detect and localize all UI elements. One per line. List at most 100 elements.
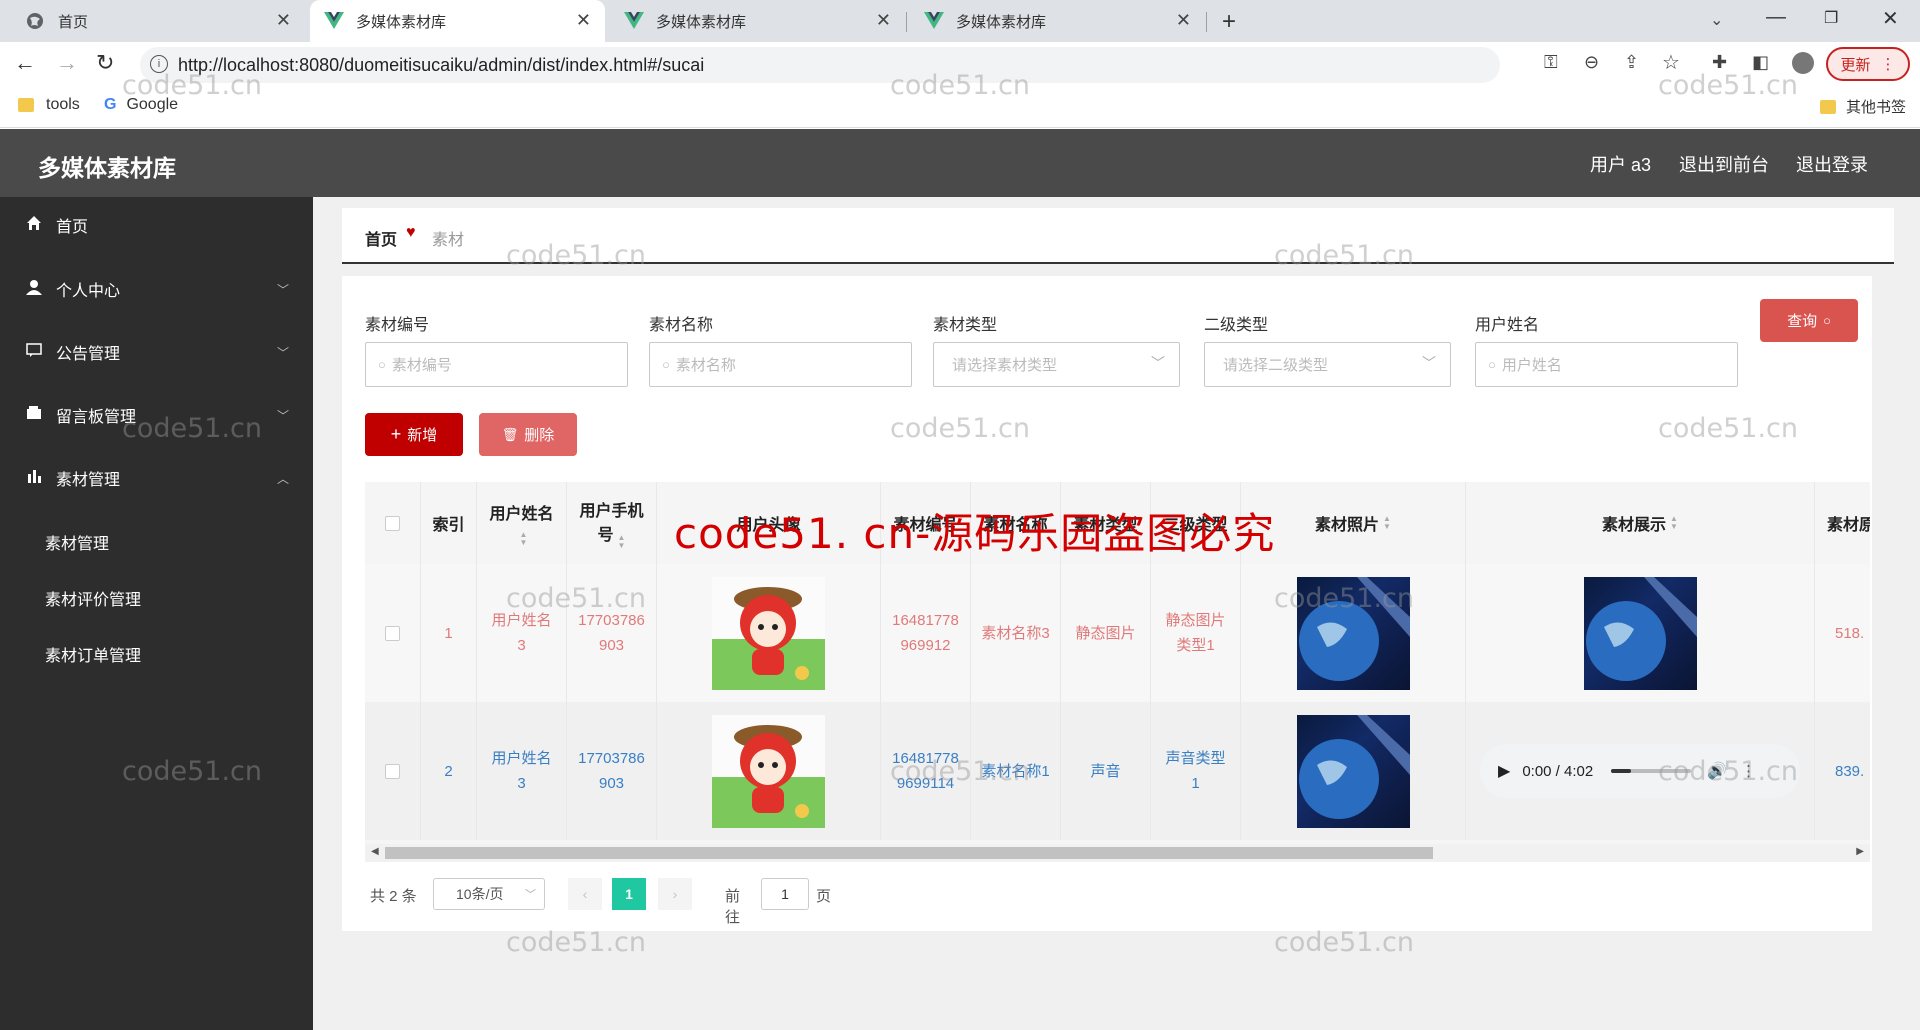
globe-icon — [26, 12, 44, 30]
search-icon: ○ — [662, 357, 670, 372]
more-vertical-icon[interactable]: ⋮ — [1741, 759, 1756, 784]
browser-tab[interactable]: 首页 ✕ — [10, 0, 305, 42]
app-header: 多媒体素材库 用户 a3 退出到前台 退出登录 — [0, 129, 1920, 197]
close-icon[interactable]: ✕ — [576, 10, 591, 31]
sidebar-item-material[interactable]: 素材管理 ︿ — [0, 450, 313, 506]
horizontal-scrollbar[interactable]: ◀ ▶ — [365, 844, 1870, 862]
table-row[interactable]: 2 用户姓名3 17703786903 164817789699114 素材名称… — [365, 702, 1870, 840]
close-icon[interactable]: ✕ — [876, 10, 891, 31]
column-header[interactable]: 素材原 — [1815, 482, 1870, 564]
sidebar-item-notice[interactable]: 公告管理 ﹀ — [0, 324, 313, 380]
folder-icon — [18, 98, 34, 112]
window-close-icon[interactable]: ✕ — [1882, 6, 1899, 31]
sort-icon[interactable]: ▲ ▼ — [520, 530, 528, 547]
scroll-left-icon[interactable]: ◀ — [371, 846, 379, 857]
filter-label: 素材名称 — [649, 317, 714, 334]
bookmark-tools[interactable]: tools — [18, 96, 80, 114]
scroll-right-icon[interactable]: ▶ — [1856, 846, 1864, 857]
bookmark-google[interactable]: G Google — [104, 96, 178, 114]
subtype-select[interactable]: 请选择二级类型 ﹀ — [1204, 342, 1451, 387]
user-name-input[interactable]: ○ 用户姓名 — [1475, 342, 1738, 387]
star-icon[interactable]: ☆ — [1662, 50, 1680, 75]
query-button[interactable]: 查询 ○ — [1760, 299, 1858, 342]
table-row[interactable]: 1 用户姓名3 17703786903 16481778969912 素材名称3… — [365, 564, 1870, 702]
chevron-down-icon: ﹀ — [1151, 355, 1165, 371]
zoom-icon[interactable]: ⊖ — [1584, 52, 1599, 73]
minimize-icon[interactable]: — — [1766, 6, 1786, 29]
browser-tab-active[interactable]: 多媒体素材库 ✕ — [310, 0, 605, 42]
next-page-button[interactable]: › — [658, 878, 692, 910]
back-to-front-link[interactable]: 退出到前台 — [1679, 151, 1769, 177]
close-icon[interactable]: ✕ — [1176, 10, 1191, 31]
sidebar: 首页 个人中心 ﹀ 公告管理 ﹀ 留言板管理 ﹀ 素材管理 ︿ 素材管理 素材评… — [0, 197, 313, 1030]
column-header[interactable]: 用户手机号 ▲ ▼ — [567, 482, 657, 564]
sidebar-item-guestbook[interactable]: 留言板管理 ﹀ — [0, 387, 313, 443]
add-button[interactable]: + 新增 — [365, 413, 463, 456]
sidebar-item-label: 公告管理 — [56, 346, 121, 363]
material-code-cell: 16481778969912 — [881, 564, 971, 702]
material-name-cell: 素材名称1 — [971, 702, 1061, 840]
goto-page-input[interactable]: 1 — [761, 878, 809, 910]
bookmarks-bar: tools G Google 其他书签 — [0, 88, 1920, 128]
row-checkbox[interactable] — [385, 763, 400, 779]
audio-player[interactable]: ▶ 0:00 / 4:02 🔊 ⋮ — [1480, 744, 1800, 798]
logout-link[interactable]: 退出登录 — [1796, 151, 1868, 177]
sort-icon[interactable]: ▲ ▼ — [618, 533, 626, 550]
sort-icon[interactable]: ▲ ▼ — [1670, 515, 1678, 531]
new-tab-icon[interactable]: + — [1222, 8, 1236, 36]
user-icon — [26, 279, 46, 300]
restore-icon[interactable]: ❐ — [1824, 8, 1838, 28]
scroll-thumb[interactable] — [385, 847, 1433, 859]
material-name-input[interactable]: ○ 素材名称 — [649, 342, 912, 387]
column-header[interactable]: 素材展示 ▲ ▼ — [1466, 482, 1815, 564]
material-display-image — [1583, 576, 1697, 690]
profile-icon[interactable] — [1792, 52, 1814, 74]
header-label: 素材展示 — [1602, 517, 1667, 534]
extensions-icon[interactable]: ✚ — [1712, 52, 1727, 73]
audio-progress-bar[interactable] — [1611, 769, 1692, 773]
breadcrumb-home[interactable]: 首页 — [365, 226, 397, 250]
audio-time: 0:00 / 4:02 — [1522, 762, 1594, 780]
query-label: 查询 — [1787, 313, 1818, 330]
user-avatar-image — [712, 714, 825, 828]
avatar-cell — [657, 702, 881, 840]
sidebar-subitem-material[interactable]: 素材管理 — [45, 530, 109, 554]
page-number-active[interactable]: 1 — [612, 878, 646, 910]
prev-page-button[interactable]: ‹ — [568, 878, 602, 910]
forward-arrow-icon[interactable]: → — [56, 50, 78, 76]
sidebar-item-home[interactable]: 首页 — [0, 197, 313, 253]
play-icon[interactable]: ▶ — [1498, 759, 1510, 784]
row-checkbox[interactable] — [385, 625, 400, 641]
other-bookmarks[interactable]: 其他书签 — [1820, 96, 1906, 117]
material-code-input[interactable]: ○ 素材编号 — [365, 342, 628, 387]
user-avatar-image — [712, 576, 825, 690]
browser-tab[interactable]: 多媒体素材库 ✕ — [910, 0, 1205, 42]
sidebar-item-personal[interactable]: 个人中心 ﹀ — [0, 261, 313, 317]
browser-tab[interactable]: 多媒体素材库 ✕ — [610, 0, 905, 42]
input-placeholder: 素材编号 — [391, 357, 452, 374]
tab-separator — [906, 12, 907, 32]
volume-icon[interactable]: 🔊 — [1707, 759, 1727, 784]
select-all-checkbox[interactable] — [385, 515, 400, 531]
page-size-select[interactable]: 10条/页 ﹀ — [433, 878, 545, 910]
sidepanel-icon[interactable]: ◧ — [1752, 52, 1769, 73]
app-title: 多媒体素材库 — [38, 155, 176, 181]
sidebar-subitem-order[interactable]: 素材订单管理 — [45, 642, 141, 666]
reload-icon[interactable]: ↻ — [96, 50, 114, 76]
close-icon[interactable]: ✕ — [276, 10, 291, 31]
copyright-overlay: code51. cn-源码乐园盗图必究 — [674, 509, 1276, 558]
share-icon[interactable]: ⇪ — [1624, 52, 1639, 73]
chevron-down-icon[interactable]: ⌄ — [1710, 10, 1723, 30]
material-type-select[interactable]: 请选择素材类型 ﹀ — [933, 342, 1180, 387]
address-bar[interactable]: i http://localhost:8080/duomeitisucaiku/… — [140, 47, 1500, 83]
column-header[interactable]: 用户姓名 ▲ ▼ — [477, 482, 567, 564]
delete-label: 删除 — [524, 427, 555, 444]
heart-icon: ♥ — [406, 224, 416, 241]
key-icon[interactable]: ⚿ — [1544, 52, 1558, 73]
sidebar-subitem-review[interactable]: 素材评价管理 — [45, 586, 141, 610]
sort-icon[interactable]: ▲ ▼ — [1383, 515, 1391, 531]
delete-button[interactable]: 🗑 删除 — [479, 413, 577, 456]
update-button[interactable]: 更新 ⋮ — [1826, 47, 1910, 81]
back-arrow-icon[interactable]: ← — [14, 50, 36, 76]
folder-icon — [1820, 99, 1836, 114]
